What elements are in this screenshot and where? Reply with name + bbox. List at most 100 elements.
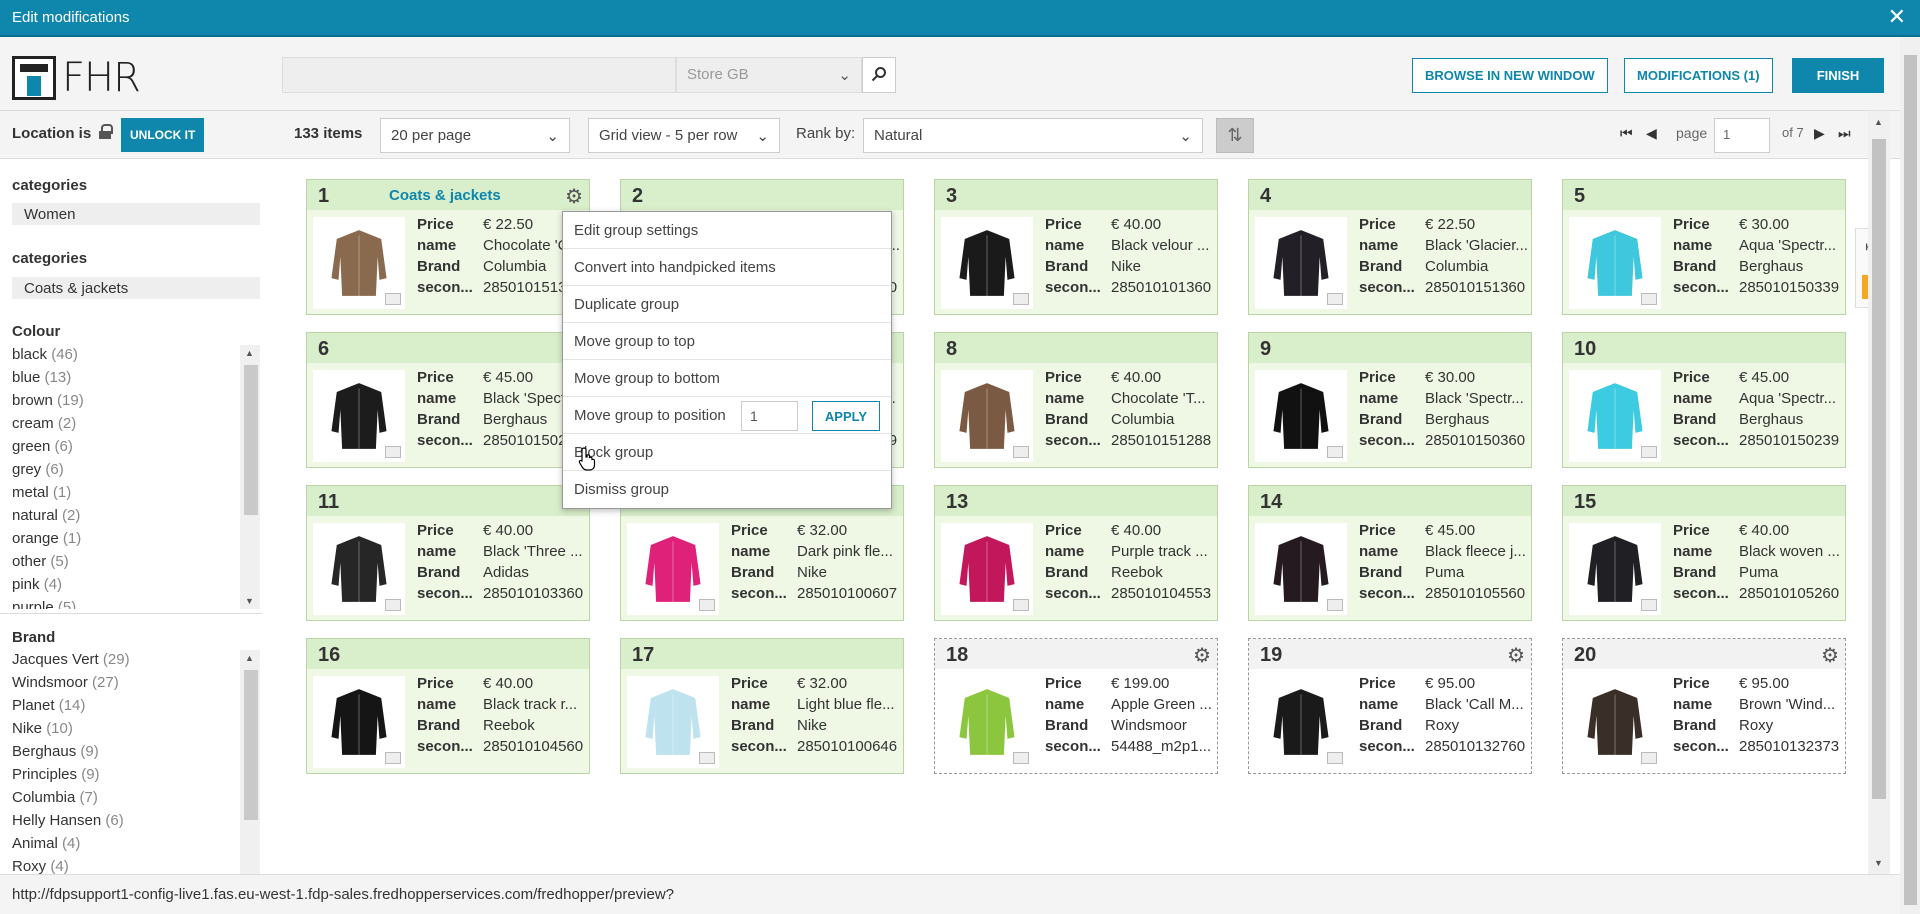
first-page-icon[interactable]: ⏮ — [1620, 125, 1633, 142]
product-image[interactable] — [1569, 370, 1661, 462]
product-card[interactable]: 1 Coats & jackets ⚙ Price € 22.50 name Chocola… — [306, 179, 590, 315]
finish-button[interactable]: FINISH — [1792, 58, 1884, 93]
product-image[interactable] — [627, 676, 719, 768]
product-card[interactable]: 10 Price € 45.00 name Aqua 'Spectr... Brand Be… — [1562, 332, 1846, 468]
product-card[interactable]: 3 Price € 40.00 name Black velour ... Brand Ni… — [934, 179, 1218, 315]
last-page-icon[interactable]: ⏭ — [1838, 125, 1851, 142]
facet-item[interactable]: Jacques Vert (29) — [12, 648, 260, 671]
product-card[interactable]: 14 Price € 45.00 name Black fleece j... Brand… — [1248, 485, 1532, 621]
scroll-thumb[interactable] — [1872, 139, 1886, 799]
prev-page-icon[interactable]: ◀ — [1646, 125, 1657, 142]
scroll-thumb[interactable] — [244, 365, 258, 515]
facet-item[interactable]: cream (2) — [12, 412, 260, 435]
facet-item[interactable]: natural (2) — [12, 504, 260, 527]
product-image[interactable] — [313, 370, 405, 462]
product-image[interactable] — [1569, 676, 1661, 768]
menu-item-convert-handpicked[interactable]: Convert into handpicked items — [563, 249, 891, 286]
menu-item-move-to-top[interactable]: Move group to top — [563, 323, 891, 360]
product-card[interactable]: 17 Price € 32.00 name Light blue fle... Brand… — [620, 638, 904, 774]
facet-item[interactable]: other (5) — [12, 550, 260, 573]
facet-item[interactable]: metal (1) — [12, 481, 260, 504]
facet-item[interactable]: Planet (14) — [12, 694, 260, 717]
facet-item[interactable]: purple (5) — [12, 596, 260, 609]
scroll-up-icon[interactable]: ▲ — [245, 348, 254, 358]
facet-item[interactable]: Animal (4) — [12, 832, 260, 855]
facet-item[interactable]: Principles (9) — [12, 763, 260, 786]
colour-scrollbar[interactable]: ▲ ▼ — [240, 345, 260, 609]
scroll-down-icon[interactable]: ▼ — [245, 596, 254, 606]
scroll-up-icon[interactable]: ▲ — [245, 653, 254, 663]
facet-item[interactable]: blue (13) — [12, 366, 260, 389]
facet-item[interactable]: pink (4) — [12, 573, 260, 596]
facet-item[interactable]: brown (19) — [12, 389, 260, 412]
store-select[interactable]: Store GB ⌄ — [676, 57, 862, 93]
per-page-select[interactable]: 20 per page ⌄ — [380, 118, 570, 153]
unlock-button[interactable]: UNLOCK IT — [121, 118, 205, 152]
product-card[interactable]: 15 Price € 40.00 name Black woven ... Brand Pu… — [1562, 485, 1846, 621]
menu-item-edit-group-settings[interactable]: Edit group settings — [563, 212, 891, 249]
product-image[interactable] — [941, 217, 1033, 309]
gear-icon[interactable]: ⚙ — [1821, 643, 1839, 668]
product-card[interactable]: 11 Price € 40.00 name Black 'Three ... Brand A… — [306, 485, 590, 621]
product-image[interactable] — [941, 523, 1033, 615]
facet-item[interactable]: Helly Hansen (6) — [12, 809, 260, 832]
product-card[interactable]: 9 Price € 30.00 name Black 'Spectr... Brand Be… — [1248, 332, 1532, 468]
product-image[interactable] — [1255, 676, 1347, 768]
page-input[interactable]: 1 — [1714, 118, 1770, 153]
product-image[interactable] — [1255, 370, 1347, 462]
facet-item[interactable]: Roxy (4) — [12, 855, 260, 874]
product-card[interactable]: 19 ⚙ Price € 95.00 name Black 'Call M... Brand… — [1248, 638, 1532, 774]
menu-item-dismiss-group[interactable]: Dismiss group — [563, 471, 891, 508]
next-page-icon[interactable]: ▶ — [1814, 125, 1825, 142]
product-image[interactable] — [313, 217, 405, 309]
facet-item[interactable]: black (46) — [12, 343, 260, 366]
search-button[interactable] — [862, 57, 896, 93]
product-card[interactable]: 8 Price € 40.00 name Chocolate 'T... Brand Col… — [934, 332, 1218, 468]
product-card[interactable]: 18 ⚙ Price € 199.00 name Apple Green ... Brand… — [934, 638, 1218, 774]
gear-icon[interactable]: ⚙ — [1193, 643, 1211, 668]
product-image[interactable] — [1569, 217, 1661, 309]
facet-item[interactable]: Windsmoor (27) — [12, 671, 260, 694]
gear-icon[interactable]: ⚙ — [1507, 643, 1525, 668]
product-image[interactable] — [941, 676, 1033, 768]
product-image[interactable] — [627, 523, 719, 615]
category-chip-coats[interactable]: Coats & jackets — [12, 277, 260, 299]
window-scrollbar[interactable] — [1900, 37, 1920, 914]
search-input[interactable] — [282, 57, 676, 93]
menu-item-block-group[interactable]: Block group — [563, 434, 891, 471]
facet-item[interactable]: orange (1) — [12, 527, 260, 550]
product-image[interactable] — [313, 676, 405, 768]
menu-item-move-to-bottom[interactable]: Move group to bottom — [563, 360, 891, 397]
browse-new-window-button[interactable]: BROWSE IN NEW WINDOW — [1412, 58, 1608, 93]
apply-button[interactable]: APPLY — [812, 401, 880, 431]
sort-order-button[interactable]: ⇅ — [1216, 118, 1254, 153]
product-image[interactable] — [1569, 523, 1661, 615]
facet-item[interactable]: Nike (10) — [12, 717, 260, 740]
product-card[interactable]: 4 Price € 22.50 name Black 'Glacier... Brand C… — [1248, 179, 1532, 315]
menu-item-duplicate-group[interactable]: Duplicate group — [563, 286, 891, 323]
facet-item[interactable]: grey (6) — [12, 458, 260, 481]
product-image[interactable] — [1255, 523, 1347, 615]
modifications-button[interactable]: MODIFICATIONS (1) — [1624, 58, 1773, 93]
product-card[interactable]: 20 ⚙ Price € 95.00 name Brown 'Wind... Brand Ro… — [1562, 638, 1846, 774]
product-image[interactable] — [313, 523, 405, 615]
category-chip-women[interactable]: Women — [12, 203, 260, 225]
facet-item[interactable]: green (6) — [12, 435, 260, 458]
scroll-thumb[interactable] — [1904, 55, 1917, 905]
results-scrollbar[interactable]: ▲ ▼ — [1868, 111, 1890, 874]
close-icon[interactable]: ✕ — [1888, 6, 1906, 28]
facet-item[interactable]: Columbia (7) — [12, 786, 260, 809]
gear-icon[interactable]: ⚙ — [565, 184, 583, 209]
product-image[interactable] — [941, 370, 1033, 462]
product-image[interactable] — [1255, 217, 1347, 309]
product-card[interactable]: 16 Price € 40.00 name Black track r... Brand R… — [306, 638, 590, 774]
position-input[interactable]: 1 — [741, 401, 798, 431]
scroll-up-icon[interactable]: ▲ — [1874, 117, 1883, 127]
scroll-down-icon[interactable]: ▼ — [1874, 858, 1883, 868]
scroll-thumb[interactable] — [244, 670, 258, 820]
view-select[interactable]: Grid view - 5 per row ⌄ — [588, 118, 780, 153]
product-card[interactable]: 6 Price € 45.00 name Black 'Spectr... Brand Be… — [306, 332, 590, 468]
product-card[interactable]: 13 Price € 40.00 name Purple track ... Brand R… — [934, 485, 1218, 621]
brand-scrollbar[interactable]: ▲ — [240, 650, 260, 874]
product-card[interactable]: 5 Price € 30.00 name Aqua 'Spectr... Brand Ber… — [1562, 179, 1846, 315]
